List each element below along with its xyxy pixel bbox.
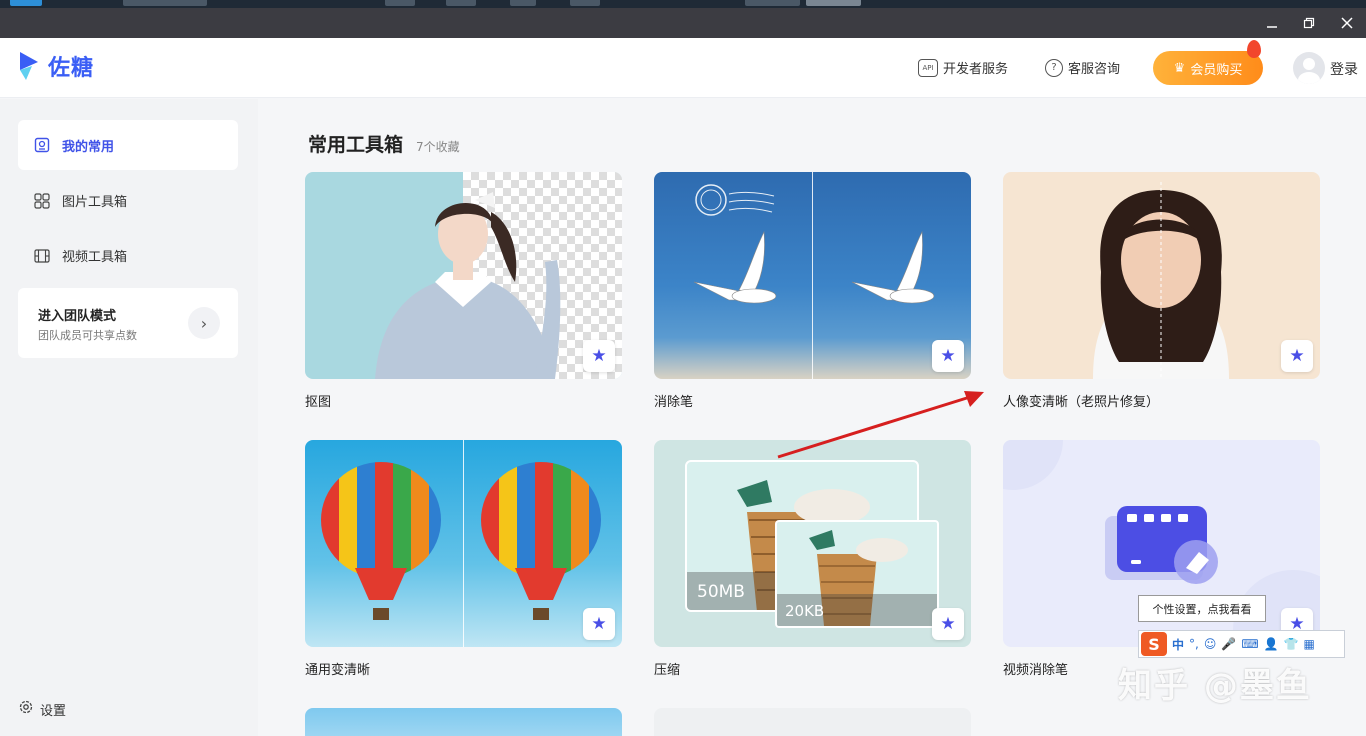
sidebar-item-label: 图片工具箱	[62, 195, 128, 210]
settings-label: 设置	[40, 703, 67, 719]
small-image-preview: 20KB	[775, 520, 939, 628]
taskbar-app-icon[interactable]	[385, 0, 415, 6]
os-taskbar	[0, 0, 1366, 8]
sidebar-item-label: 我的常用	[62, 139, 115, 155]
taskbar-app-icon[interactable]	[123, 0, 207, 6]
avatar[interactable]	[1293, 52, 1325, 84]
tool-label: 视频消除笔	[1003, 663, 1069, 678]
crown-icon: ♛	[1173, 60, 1186, 76]
window-titlebar	[0, 8, 1366, 38]
vip-label: 会员购买	[1190, 62, 1243, 78]
child-portrait-image	[1093, 182, 1229, 379]
api-icon: API	[918, 58, 938, 77]
restore-icon[interactable]	[1291, 8, 1327, 38]
close-icon[interactable]	[1329, 8, 1365, 38]
tool-label: 通用变清晰	[305, 663, 371, 678]
ime-toolbar[interactable]: S 中 °, ☺ 🎤 ⌨ 👤 👕 ▦	[1138, 630, 1345, 658]
favorite-star-button[interactable]: ★	[583, 340, 615, 372]
team-mode-subtitle: 团队成员可共享点数	[38, 329, 137, 342]
annotation-arrow	[777, 391, 984, 459]
customer-service-label: 客服咨询	[1068, 62, 1121, 77]
sidebar-item-video-toolbox[interactable]: 视频工具箱	[34, 246, 127, 265]
taskbar-app-icon[interactable]	[446, 0, 476, 6]
taskbar-app-icon[interactable]	[570, 0, 600, 6]
tool-card-compress[interactable]: 50MB 20KB ★	[654, 440, 971, 647]
taskbar-app-icon[interactable]	[10, 0, 42, 6]
login-link[interactable]: 登录	[1330, 59, 1358, 79]
portrait-image	[375, 192, 561, 379]
tool-card-partial[interactable]	[305, 708, 622, 736]
microphone-icon[interactable]: 🎤	[1221, 637, 1236, 651]
sogou-logo-icon[interactable]: S	[1141, 632, 1167, 656]
film-icon	[34, 248, 50, 264]
taskbar-app-icon[interactable]	[510, 0, 536, 6]
grid-icon	[34, 192, 50, 209]
ime-mode-label[interactable]: 中	[1172, 636, 1184, 653]
developer-service-label: 开发者服务	[943, 62, 1009, 77]
favorite-star-button[interactable]: ★	[932, 608, 964, 640]
sidebar-item-favorites[interactable]: 我的常用	[18, 120, 238, 170]
app-name: 佐糖	[48, 56, 95, 81]
logo-mark-icon	[16, 50, 42, 82]
toolbox-grid-icon[interactable]: ▦	[1304, 637, 1315, 651]
favorite-star-button[interactable]: ★	[1281, 340, 1313, 372]
size-after-label: 20KB	[785, 602, 825, 620]
developer-service-link[interactable]: API 开发者服务	[918, 58, 1008, 77]
sidebar-item-label: 视频工具箱	[62, 250, 128, 265]
team-mode-card[interactable]: 进入团队模式 团队成员可共享点数 ›	[18, 288, 238, 358]
tool-label: 压缩	[654, 663, 681, 678]
minimize-icon[interactable]	[1254, 8, 1290, 38]
app-logo[interactable]: 佐糖	[16, 50, 94, 82]
sidebar: 我的常用 图片工具箱 视频工具箱 进入团队模式 团队成员可共享点数 › 设置	[0, 99, 258, 736]
tool-card-partial[interactable]	[654, 708, 971, 736]
tool-card-eraser[interactable]: ★	[654, 172, 971, 379]
favorite-star-button[interactable]: ★	[583, 608, 615, 640]
gear-icon	[18, 699, 34, 719]
settings-button[interactable]: 设置	[18, 699, 66, 719]
favorites-icon	[34, 137, 50, 153]
taskbar-app-icon[interactable]	[745, 0, 800, 6]
size-before-label: 50MB	[697, 582, 745, 602]
watermark: 知乎 @墨鱼	[1118, 666, 1312, 706]
ime-tooltip[interactable]: 个性设置，点我看看	[1138, 595, 1266, 622]
tool-label: 消除笔	[654, 395, 694, 410]
tool-label: 人像变清晰（老照片修复）	[1003, 395, 1160, 410]
favorites-count: 7个收藏	[416, 140, 460, 154]
app-header: 佐糖 API 开发者服务 ? 客服咨询 ♛ 会员购买 登录	[0, 38, 1366, 98]
favorite-star-button[interactable]: ★	[932, 340, 964, 372]
keyboard-icon[interactable]: ⌨	[1241, 637, 1258, 651]
hot-flame-icon	[1247, 40, 1261, 58]
customer-service-link[interactable]: ? 客服咨询	[1045, 58, 1120, 77]
chevron-right-icon[interactable]: ›	[188, 307, 220, 339]
sidebar-item-image-toolbox[interactable]: 图片工具箱	[34, 191, 127, 210]
team-mode-title: 进入团队模式	[38, 309, 117, 324]
emoji-icon[interactable]: ☺	[1204, 637, 1217, 651]
user-icon[interactable]: 👤	[1264, 637, 1279, 651]
tool-card-general-enhance[interactable]: ★	[305, 440, 622, 647]
skin-icon[interactable]: 👕	[1284, 637, 1299, 651]
question-icon: ?	[1045, 58, 1063, 77]
tool-card-cutout[interactable]: ★	[305, 172, 622, 379]
compare-divider	[463, 440, 464, 647]
taskbar-app-icon[interactable]	[806, 0, 861, 6]
punctuation-icon[interactable]: °,	[1189, 637, 1199, 651]
vip-purchase-button[interactable]: ♛ 会员购买	[1153, 51, 1263, 85]
page-title: 常用工具箱	[308, 134, 404, 156]
tool-card-portrait-enhance[interactable]: ★	[1003, 172, 1320, 379]
compare-divider	[812, 172, 813, 379]
tool-label: 抠图	[305, 395, 332, 410]
